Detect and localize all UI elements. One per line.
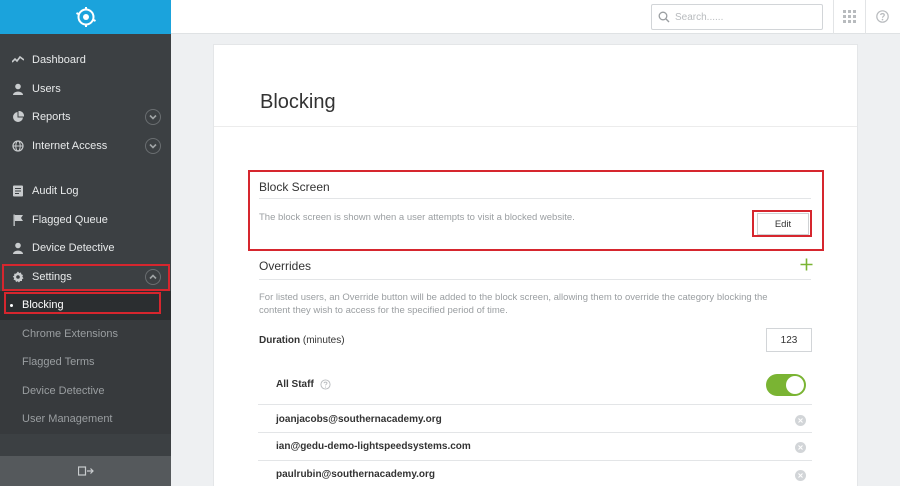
active-indicator — [10, 304, 13, 307]
sidebar-subitem-flagged-terms[interactable]: Flagged Terms — [0, 348, 171, 377]
all-staff-toggle[interactable] — [766, 374, 806, 396]
help-icon[interactable] — [876, 10, 889, 23]
duration-input[interactable] — [766, 328, 812, 352]
topbar — [171, 0, 900, 34]
topbar-divider — [865, 0, 866, 34]
sidebar-item-users[interactable]: Users — [0, 75, 171, 104]
search-input[interactable] — [675, 11, 815, 23]
sidebar-subitem-chrome-extensions[interactable]: Chrome Extensions — [0, 320, 171, 349]
list-icon — [12, 185, 24, 197]
duration-label: Duration (minutes) — [259, 335, 345, 346]
sidebar-collapse-button[interactable] — [0, 456, 171, 486]
sidebar-item-label: Reports — [32, 111, 71, 124]
row-divider — [258, 432, 812, 433]
sidebar: Dashboard Users Reports Internet Access … — [0, 0, 171, 486]
page-title: Blocking — [260, 91, 336, 113]
sidebar-item-internet-access[interactable]: Internet Access — [0, 132, 171, 161]
add-override-icon[interactable] — [800, 258, 813, 271]
remove-user-button[interactable] — [795, 470, 806, 481]
row-divider — [258, 404, 812, 405]
remove-user-button[interactable] — [795, 442, 806, 453]
collapse-sidebar-icon — [77, 466, 94, 476]
row-divider — [258, 460, 812, 461]
user-icon — [12, 83, 24, 95]
all-staff-label: All Staff — [276, 379, 314, 390]
duration-label-text: Duration — [259, 335, 301, 346]
activity-icon — [12, 54, 24, 66]
search-box[interactable] — [651, 4, 823, 30]
sidebar-item-label: Internet Access — [32, 139, 108, 152]
highlight-box — [4, 292, 161, 314]
highlight-box — [248, 170, 824, 251]
toggle-knob — [786, 376, 804, 394]
overrides-heading: Overrides — [259, 259, 312, 273]
all-staff-row: All Staff — [276, 379, 331, 390]
settings-subnav: Blocking Chrome Extensions Flagged Terms… — [0, 291, 171, 434]
override-user-email: ian@gedu-demo-lightspeedsystems.com — [276, 441, 471, 452]
apps-grid-icon[interactable] — [843, 10, 856, 23]
nav-divider — [0, 160, 171, 177]
title-divider — [214, 126, 857, 127]
logo-bar[interactable] — [0, 0, 171, 34]
sidebar-item-label: Audit Log — [32, 185, 79, 198]
search-icon — [658, 11, 670, 23]
sidebar-subitem-device-detective[interactable]: Device Detective — [0, 377, 171, 406]
override-user-email: joanjacobs@southernacademy.org — [276, 414, 442, 425]
globe-icon — [12, 140, 24, 152]
sidebar-item-label: Flagged Queue — [32, 213, 108, 226]
sidebar-item-flagged-queue[interactable]: Flagged Queue — [0, 206, 171, 235]
duration-unit: (minutes) — [302, 335, 345, 346]
overrides-divider — [259, 279, 811, 280]
topbar-divider — [833, 0, 834, 34]
sidebar-item-label: Device Detective — [32, 242, 115, 255]
remove-user-button[interactable] — [795, 415, 806, 426]
sidebar-nav: Dashboard Users Reports Internet Access … — [0, 34, 171, 434]
sidebar-item-device-detective[interactable]: Device Detective — [0, 234, 171, 263]
chevron-down-icon[interactable] — [145, 109, 161, 125]
sidebar-item-label: User Management — [22, 413, 113, 426]
sidebar-subitem-blocking[interactable]: Blocking — [0, 291, 171, 320]
override-user-email: paulrubin@southernacademy.org — [276, 469, 436, 480]
chevron-down-icon[interactable] — [145, 137, 161, 154]
sidebar-item-audit-log[interactable]: Audit Log — [0, 177, 171, 206]
sidebar-item-label: Device Detective — [22, 384, 105, 397]
close-icon — [798, 473, 803, 478]
sidebar-item-settings[interactable]: Settings — [0, 262, 171, 291]
help-circle-icon[interactable] — [320, 379, 331, 390]
close-icon — [798, 445, 803, 450]
chevron-up-icon[interactable] — [145, 268, 161, 285]
sidebar-subitem-user-management[interactable]: User Management — [0, 405, 171, 434]
overrides-description-line2: content they wish to access for the spec… — [259, 305, 508, 316]
close-icon — [798, 418, 803, 423]
sidebar-item-label: Users — [32, 82, 61, 95]
sidebar-item-reports[interactable]: Reports — [0, 103, 171, 132]
pie-chart-icon — [12, 111, 24, 123]
user-icon — [12, 242, 24, 255]
sidebar-item-label: Chrome Extensions — [22, 327, 118, 340]
sidebar-item-dashboard[interactable]: Dashboard — [0, 46, 171, 75]
overrides-description-line1: For listed users, an Override button wil… — [259, 292, 768, 303]
sidebar-item-label: Flagged Terms — [22, 356, 95, 369]
flag-icon — [12, 214, 24, 226]
logo-icon — [75, 7, 96, 27]
sidebar-item-label: Dashboard — [32, 54, 86, 67]
